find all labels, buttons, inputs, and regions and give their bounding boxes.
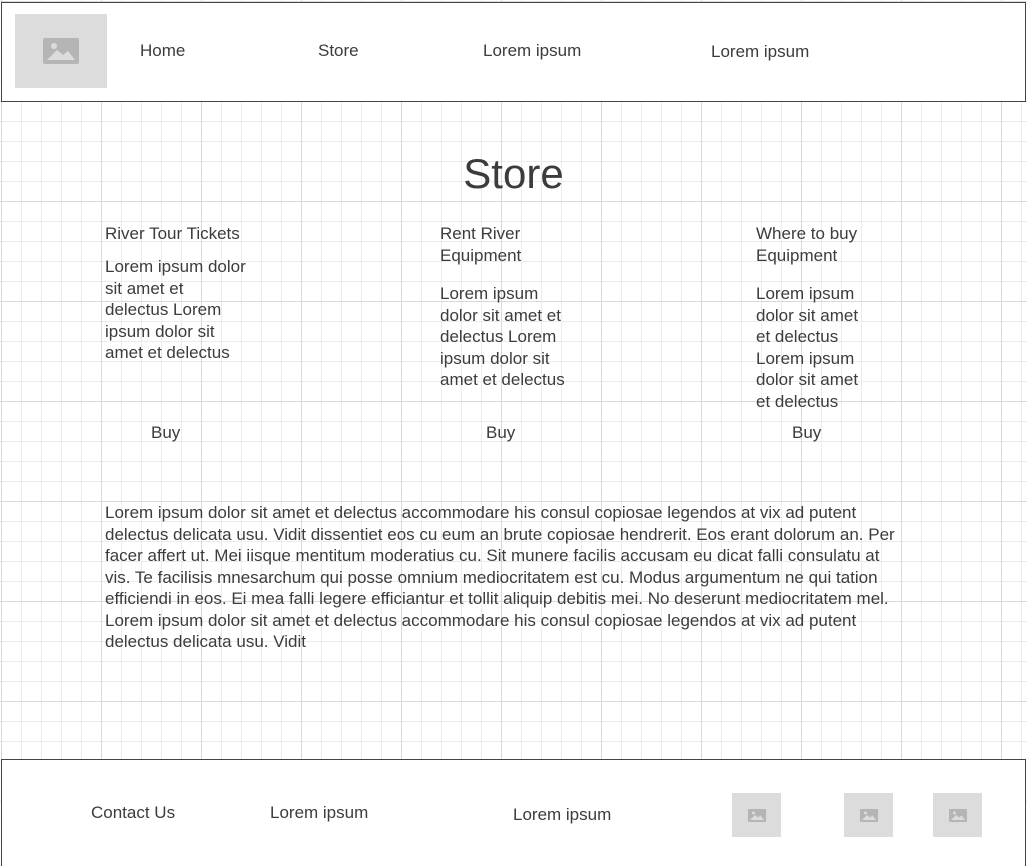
product-column-where-to-buy: Where to buy Equipment Lorem ipsum dolor… (756, 223, 876, 412)
column-body: Lorem ipsum dolor sit amet et delectus L… (105, 257, 246, 362)
product-column-rent-equipment: Rent River Equipment Lorem ipsum dolor s… (440, 223, 580, 391)
column-title: Where to buy Equipment (756, 224, 858, 265)
image-icon (948, 808, 967, 822)
social-image-placeholder-1[interactable] (732, 793, 781, 837)
page-title: Store (463, 150, 564, 197)
nav-lorem-ipsum-1[interactable]: Lorem ipsum (483, 41, 581, 61)
column-title: Rent River Equipment (440, 224, 522, 265)
nav-lorem-ipsum-2[interactable]: Lorem ipsum (711, 42, 809, 62)
footer-bar: Contact Us Lorem ipsum Lorem ipsum (1, 759, 1026, 866)
body-paragraph: Lorem ipsum dolor sit amet et delectus a… (105, 503, 895, 651)
image-icon (747, 808, 766, 822)
footer-lorem-ipsum-1[interactable]: Lorem ipsum (270, 803, 368, 823)
image-icon (859, 808, 878, 822)
buy-button-river-tour[interactable]: Buy (151, 423, 180, 443)
footer-contact-us[interactable]: Contact Us (91, 803, 175, 823)
image-icon (43, 38, 79, 64)
logo-image-placeholder[interactable] (15, 14, 107, 88)
column-title: River Tour Tickets (105, 224, 240, 243)
column-body: Lorem ipsum dolor sit amet et delectus L… (756, 284, 859, 411)
nav-store[interactable]: Store (318, 41, 359, 61)
column-body: Lorem ipsum dolor sit amet et delectus L… (440, 284, 565, 389)
footer-lorem-ipsum-2[interactable]: Lorem ipsum (513, 805, 611, 825)
social-image-placeholder-2[interactable] (844, 793, 893, 837)
buy-button-where-to-buy[interactable]: Buy (792, 423, 821, 443)
buy-button-rent-equipment[interactable]: Buy (486, 423, 515, 443)
nav-home[interactable]: Home (140, 41, 185, 61)
product-column-river-tour: River Tour Tickets Lorem ipsum dolor sit… (105, 223, 255, 364)
social-image-placeholder-3[interactable] (933, 793, 982, 837)
header-bar: Home Store Lorem ipsum Lorem ipsum (1, 2, 1026, 102)
